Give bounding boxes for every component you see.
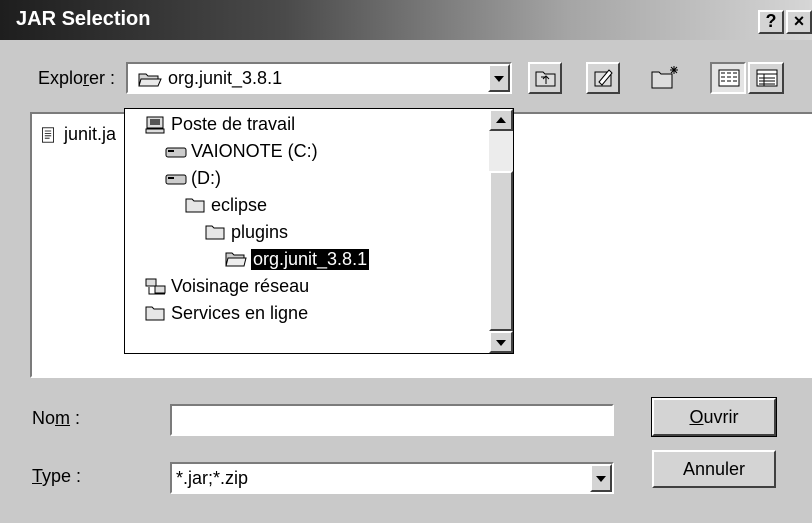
create-folder-icon (651, 66, 678, 89)
folder-up-icon (535, 71, 556, 87)
drive-icon (165, 143, 187, 159)
dropdown-item[interactable]: Poste de travail (145, 111, 295, 137)
details-view-button[interactable] (748, 62, 784, 94)
dropdown-item-label: Poste de travail (171, 113, 296, 134)
help-button[interactable]: ? (758, 10, 784, 34)
open-folder-icon (225, 251, 247, 267)
network-icon (145, 278, 166, 295)
list-view-icon (718, 69, 740, 87)
scroll-up-button[interactable] (489, 109, 513, 131)
lookin-dropdown-list[interactable]: Poste de travail VAIONOTE (C:) (D:) eclipse… (124, 108, 514, 354)
folder-icon (145, 305, 165, 321)
list-item[interactable]: junit.ja (38, 124, 116, 145)
dropdown-item[interactable]: eclipse (185, 192, 267, 218)
jar-file-icon (42, 126, 54, 143)
scroll-down-button[interactable] (489, 331, 513, 353)
type-combobox[interactable]: *.jar;*.zip (170, 462, 614, 494)
dropdown-item-label: (D:) (191, 167, 221, 188)
name-label: Nom : (32, 408, 81, 428)
dropdown-item-label: VAIONOTE (C:) (191, 140, 318, 161)
dropdown-item[interactable]: (D:) (165, 165, 221, 191)
dropdown-item[interactable]: VAIONOTE (C:) (165, 138, 318, 164)
file-name: junit.ja (64, 124, 117, 144)
dropdown-item-label: plugins (231, 221, 289, 242)
chevron-down-icon (596, 476, 606, 482)
dropdown-item-label: Services en ligne (171, 302, 309, 323)
dropdown-item-label: org.junit_3.8.1 (251, 248, 370, 270)
lookin-value: org.junit_3.8.1 (168, 68, 283, 88)
dropdown-item-label: eclipse (211, 194, 268, 215)
details-view-icon (756, 69, 778, 87)
folder-icon (185, 197, 205, 213)
lookin-label: Explorer : (38, 68, 116, 88)
dropdown-item[interactable]: org.junit_3.8.1 (225, 246, 370, 272)
chevron-up-icon (496, 117, 506, 123)
close-button[interactable]: × (786, 10, 812, 34)
window-title: JAR Selection (16, 8, 151, 30)
dropdown-item[interactable]: plugins (205, 219, 288, 245)
chevron-down-icon (496, 340, 506, 346)
lookin-combobox[interactable]: org.junit_3.8.1 (126, 62, 512, 94)
scroll-track[interactable] (489, 131, 513, 171)
scroll-thumb[interactable] (489, 171, 513, 331)
dropdown-scrollbar[interactable] (489, 109, 513, 353)
cancel-button[interactable]: Annuler (652, 450, 776, 488)
open-button[interactable]: Ouvrir (651, 397, 777, 437)
new-folder-icon (594, 69, 613, 87)
computer-icon (145, 116, 165, 134)
create-folder-button[interactable] (646, 60, 682, 94)
folder-icon (205, 224, 225, 240)
type-dropdown-button[interactable] (590, 464, 612, 492)
name-input[interactable] (170, 404, 614, 436)
type-value: *.jar;*.zip (176, 468, 249, 488)
dropdown-item-label: Voisinage réseau (171, 275, 310, 296)
type-label: Type : (32, 466, 82, 486)
folder-up-button[interactable] (528, 62, 562, 94)
new-folder-button[interactable] (586, 62, 620, 94)
dropdown-item[interactable]: Voisinage réseau (145, 273, 309, 299)
list-view-button[interactable] (710, 62, 746, 94)
lookin-dropdown-button[interactable] (488, 64, 510, 92)
chevron-down-icon (494, 76, 504, 82)
open-folder-icon (138, 70, 162, 88)
dropdown-item[interactable]: Services en ligne (145, 300, 308, 326)
drive-icon (165, 170, 187, 186)
